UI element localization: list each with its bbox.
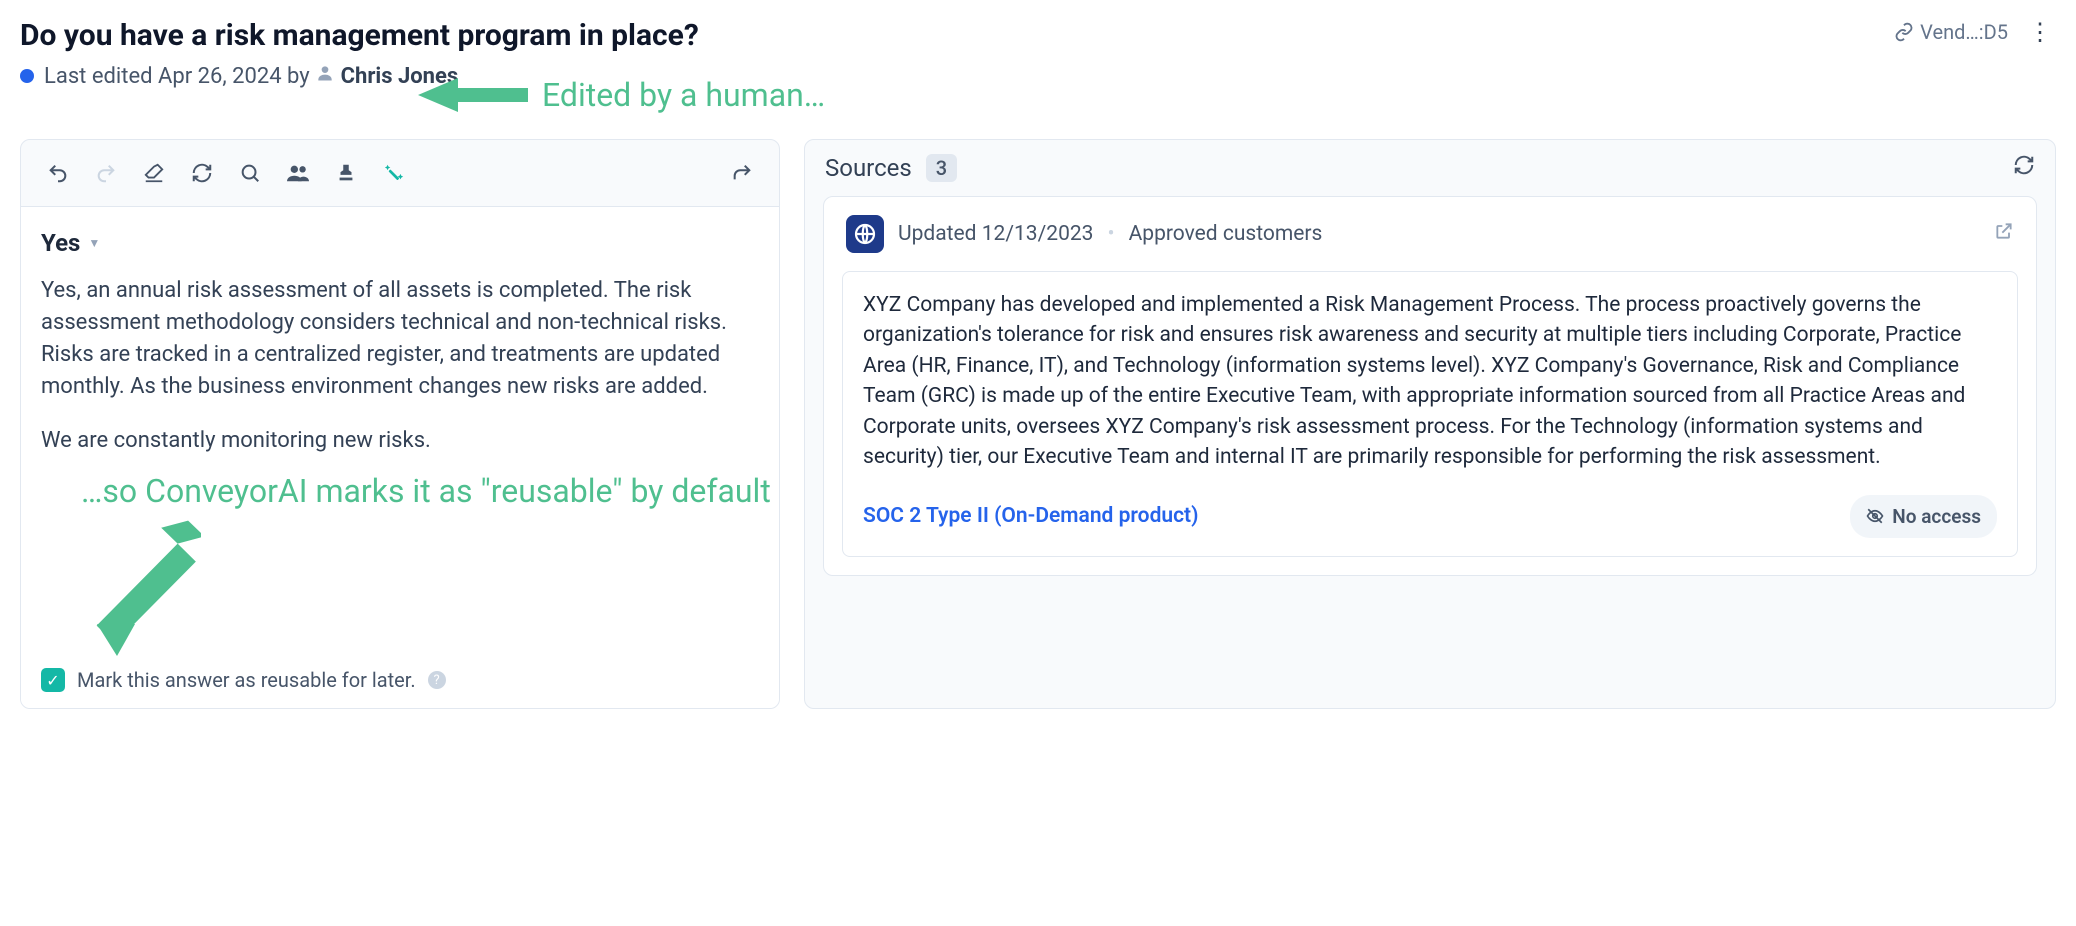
by-text: by	[282, 64, 316, 89]
source-audience: Approved customers	[1129, 222, 1323, 246]
source-link[interactable]: SOC 2 Type II (On-Demand product)	[863, 501, 1198, 531]
last-edited-prefix: Last edited	[44, 64, 158, 89]
answer-body[interactable]: Yes, an annual risk assessment of all as…	[41, 275, 759, 478]
last-edited-row: Last edited Apr 26, 2024 by Chris Jones	[20, 63, 699, 89]
answer-p1: Yes, an annual risk assessment of all as…	[41, 275, 759, 403]
answer-editor-panel: Yes ▼ Yes, an annual risk assessment of …	[20, 139, 780, 709]
no-access-label: No access	[1892, 503, 1981, 531]
source-logo-icon	[846, 215, 884, 253]
help-icon[interactable]: ?	[428, 671, 446, 689]
search-button[interactable]	[227, 150, 273, 196]
stamp-button[interactable]	[323, 150, 369, 196]
sources-count: 3	[926, 154, 957, 182]
undo-button[interactable]	[35, 150, 81, 196]
sources-heading: Sources	[825, 154, 912, 182]
share-button[interactable]	[719, 150, 765, 196]
eye-off-icon	[1866, 507, 1884, 525]
status-dot	[20, 69, 34, 83]
assign-button[interactable]	[275, 150, 321, 196]
source-card: Updated 12/13/2023 • Approved customers …	[823, 196, 2037, 576]
breadcrumb-text: Vend…:D5	[1920, 20, 2008, 44]
sources-panel: Sources 3 Updated 12/13/2023 • Approved …	[804, 139, 2056, 709]
breadcrumb-link[interactable]: Vend…:D5	[1894, 20, 2008, 44]
more-menu-button[interactable]: ⋮	[2024, 18, 2056, 46]
dot-separator: •	[1107, 222, 1114, 246]
source-text: XYZ Company has developed and implemente…	[863, 290, 1997, 473]
person-icon	[315, 64, 340, 89]
last-edited-date: Apr 26, 2024	[158, 64, 282, 89]
reusable-label: Mark this answer as reusable for later.	[77, 668, 416, 692]
sources-refresh-button[interactable]	[2013, 154, 2035, 182]
refresh-button[interactable]	[179, 150, 225, 196]
open-external-button[interactable]	[1994, 221, 2014, 247]
redo-button	[83, 150, 129, 196]
source-updated: Updated 12/13/2023	[898, 222, 1093, 246]
no-access-badge[interactable]: No access	[1850, 495, 1997, 539]
answer-value: Yes	[41, 229, 80, 257]
magic-button[interactable]	[371, 150, 417, 196]
chevron-down-icon: ▼	[88, 236, 100, 250]
page-title: Do you have a risk management program in…	[20, 18, 699, 53]
editor-name: Chris Jones	[341, 64, 459, 89]
answer-dropdown[interactable]: Yes ▼	[41, 229, 759, 257]
link-icon	[1894, 22, 1914, 42]
editor-toolbar	[21, 140, 779, 207]
answer-p2: We are constantly monitoring new risks.	[41, 425, 759, 457]
reusable-checkbox[interactable]: ✓	[41, 668, 65, 692]
annotation-arrow-down-icon	[81, 516, 201, 656]
erase-button[interactable]	[131, 150, 177, 196]
